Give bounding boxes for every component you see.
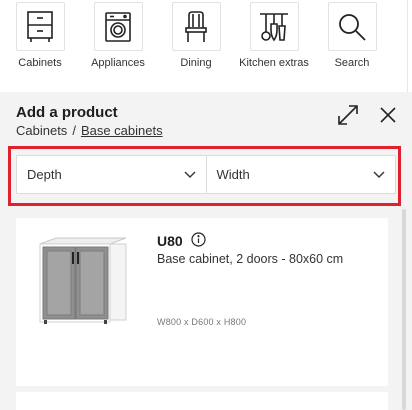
chevron-down-icon — [373, 171, 385, 178]
category-label: Search — [334, 57, 370, 69]
product-card[interactable] — [16, 392, 388, 410]
search-icon — [327, 2, 377, 51]
category-label: Cabinets — [18, 57, 62, 69]
panel-title: Add a product — [16, 104, 118, 121]
chevron-down-icon — [184, 171, 195, 178]
filter-label: Width — [216, 167, 250, 182]
product-dimensions: W800 x D600 x H800 — [157, 317, 247, 327]
scrollbar[interactable] — [402, 209, 406, 410]
category-bar: Cabinets Appliances Dining Kitchen extra… — [0, 0, 412, 92]
divider — [407, 0, 408, 92]
breadcrumb-separator: / — [72, 123, 76, 138]
info-icon[interactable] — [191, 232, 206, 250]
grey-base-cabinet-image — [30, 232, 140, 332]
breadcrumb-current[interactable]: Base cabinets — [81, 123, 163, 138]
filter-row: Depth Width — [16, 155, 396, 194]
category-dining[interactable]: Dining — [156, 2, 236, 69]
breadcrumb: Cabinets / Base cabinets — [16, 123, 163, 138]
category-label: Appliances — [91, 57, 145, 69]
product-card[interactable]: U80 Base cabinet, 2 doors - 80x60 cm W80… — [16, 218, 388, 386]
filter-label: Depth — [27, 167, 62, 182]
cabinet-icon — [15, 2, 65, 51]
depth-filter[interactable]: Depth — [16, 155, 207, 194]
category-search[interactable]: Search — [312, 2, 392, 69]
category-appliances[interactable]: Appliances — [78, 2, 158, 69]
chair-icon — [171, 2, 221, 51]
product-name-row: U80 — [157, 232, 206, 250]
product-name: U80 — [157, 233, 183, 249]
product-description: Base cabinet, 2 doors - 80x60 cm — [157, 252, 344, 266]
breadcrumb-parent[interactable]: Cabinets — [16, 123, 67, 138]
width-filter[interactable]: Width — [206, 155, 396, 194]
close-icon[interactable] — [375, 102, 401, 128]
category-label: Dining — [180, 57, 212, 69]
add-product-panel: Add a product Cabinets / Base cabinets Dep… — [0, 92, 412, 410]
washing-machine-icon — [93, 2, 143, 51]
category-kitchen-extras[interactable]: Kitchen extras — [234, 2, 314, 69]
category-cabinets[interactable]: Cabinets — [0, 2, 80, 69]
utensils-icon — [249, 2, 299, 51]
category-label: Kitchen extras — [239, 57, 309, 69]
expand-icon[interactable] — [335, 102, 361, 128]
